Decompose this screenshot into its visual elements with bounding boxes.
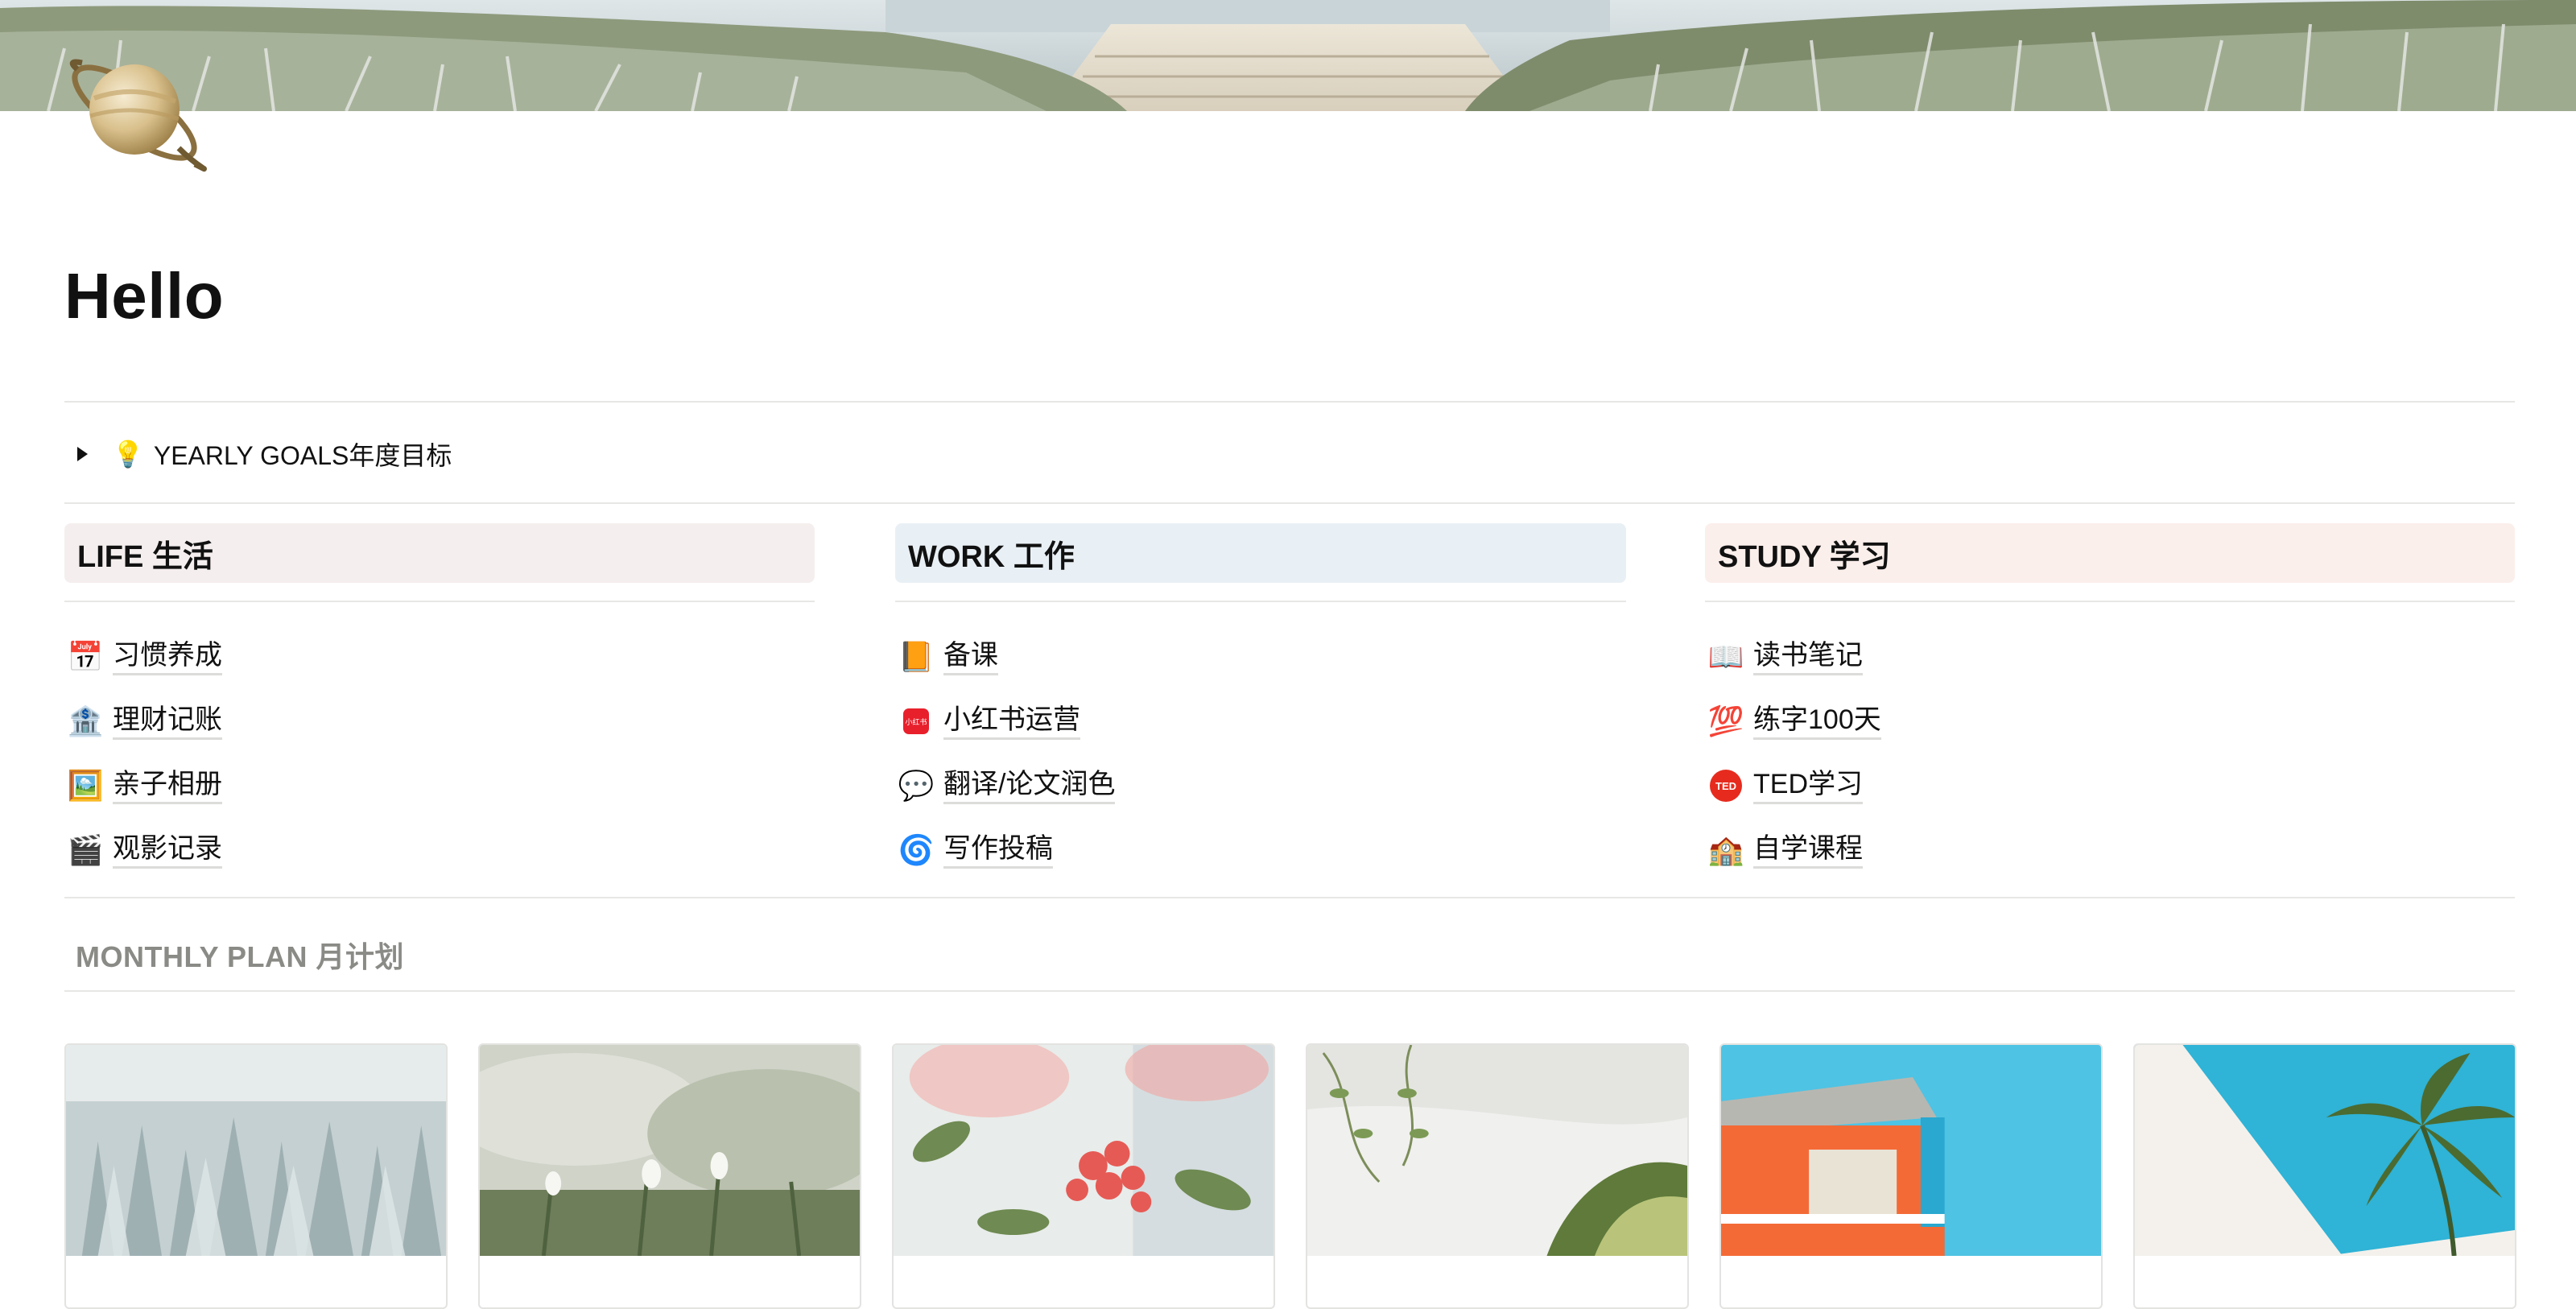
card-image-palm-tree-icon: [2135, 1045, 2515, 1256]
ted-logo-text: TED: [1715, 780, 1736, 792]
list-item[interactable]: TED TED学习: [1705, 754, 2515, 818]
divider: [64, 401, 2515, 403]
speech-bubble-icon: 💬: [898, 769, 935, 802]
hundred-points-icon: 💯: [1707, 704, 1744, 737]
orange-book-icon: 📙: [898, 640, 935, 673]
saturn-icon[interactable]: [58, 35, 211, 180]
list-item[interactable]: 🌀 写作投稿: [895, 818, 1626, 882]
list-item[interactable]: 小红书 小红书运营: [895, 689, 1626, 754]
divider: [895, 601, 1626, 602]
cover-image[interactable]: [0, 0, 2576, 111]
gallery-card[interactable]: [478, 1043, 861, 1309]
life-links: 📅 习惯养成 🏦 理财记账 🖼️ 亲子相册 🎬 观影记录: [64, 625, 815, 882]
clapper-icon: 🎬: [67, 833, 104, 866]
column-header-work: WORK 工作: [895, 523, 1626, 583]
bank-icon: 🏦: [67, 704, 104, 737]
page-link[interactable]: 亲子相册: [113, 768, 222, 804]
gallery-card[interactable]: [892, 1043, 1275, 1309]
card-image-frosted-forest-icon: [66, 1045, 446, 1256]
page-link[interactable]: 理财记账: [113, 704, 222, 740]
framed-picture-icon: 🖼️: [67, 769, 104, 802]
list-item[interactable]: 📅 习惯养成: [64, 625, 815, 689]
lightbulb-icon: 💡: [112, 440, 144, 469]
list-item[interactable]: 💯 练字100天: [1705, 689, 2515, 754]
xiaohongshu-logo-icon: 小红书: [898, 704, 934, 739]
page-link[interactable]: TED学习: [1753, 768, 1863, 804]
toggle-label: YEARLY GOALS年度目标: [153, 441, 452, 470]
gallery-card[interactable]: [64, 1043, 448, 1309]
cyclone-icon: 🌀: [898, 833, 935, 866]
page-link[interactable]: 小红书运营: [943, 704, 1080, 740]
ted-logo-icon: TED: [1708, 768, 1744, 803]
work-links: 📙 备课 小红书 小红书运营 💬 翻译/论文润色 🌀 写作投稿: [895, 625, 1626, 882]
divider: [1705, 601, 2515, 602]
xiaohongshu-logo-text: 小红书: [905, 717, 927, 727]
page-link[interactable]: 读书笔记: [1753, 639, 1863, 675]
list-item[interactable]: 🏫 自学课程: [1705, 818, 2515, 882]
page-link[interactable]: 自学课程: [1753, 832, 1863, 869]
column-life: LIFE 生活 📅 习惯养成 🏦 理财记账 🖼️ 亲子相册 🎬 观影记录: [64, 523, 815, 882]
gallery-card[interactable]: [1306, 1043, 1689, 1309]
page-title[interactable]: Hello: [64, 256, 224, 337]
page-link[interactable]: 习惯养成: [113, 639, 222, 675]
monthly-plan-gallery: [64, 1043, 2516, 1309]
card-image-pink-blossoms-icon: [894, 1045, 1274, 1256]
list-item[interactable]: 🎬 观影记录: [64, 818, 815, 882]
gallery-card[interactable]: [2133, 1043, 2516, 1309]
column-study: STUDY 学习 📖 读书笔记 💯 练字100天 TED TED学习 🏫 自学课…: [1705, 523, 2515, 882]
column-header-study: STUDY 学习: [1705, 523, 2515, 583]
page-link[interactable]: 写作投稿: [943, 832, 1053, 869]
column-work: WORK 工作 📙 备课 小红书 小红书运营 💬 翻译/论文润色 🌀 写作投稿: [895, 523, 1626, 882]
divider: [64, 897, 2515, 898]
divider: [64, 990, 2515, 992]
toggle-arrow-icon[interactable]: [77, 447, 88, 461]
card-image-lifeguard-hut-icon: [1721, 1045, 2101, 1256]
page-link[interactable]: 观影记录: [113, 832, 222, 869]
column-header-life: LIFE 生活: [64, 523, 815, 583]
open-book-icon: 📖: [1707, 640, 1744, 673]
school-icon: 🏫: [1707, 833, 1744, 866]
study-links: 📖 读书笔记 💯 练字100天 TED TED学习 🏫 自学课程: [1705, 625, 2515, 882]
cover-image-seaside-path-icon: [0, 0, 2576, 111]
list-item[interactable]: 📙 备课: [895, 625, 1626, 689]
list-item[interactable]: 💬 翻译/论文润色: [895, 754, 1626, 818]
page-link[interactable]: 练字100天: [1753, 704, 1881, 740]
list-item[interactable]: 📖 读书笔记: [1705, 625, 2515, 689]
page-link[interactable]: 备课: [943, 639, 998, 675]
card-image-white-wall-plants-icon: [1307, 1045, 1687, 1256]
gallery-card[interactable]: [1719, 1043, 2103, 1309]
monthly-plan-heading: MONTHLY PLAN 月计划: [76, 940, 405, 973]
yearly-goals-toggle[interactable]: 💡 YEARLY GOALS年度目标: [77, 432, 452, 477]
calendar-icon: 📅: [67, 640, 104, 673]
list-item[interactable]: 🏦 理财记账: [64, 689, 815, 754]
card-image-snowdrops-icon: [480, 1045, 860, 1256]
divider: [64, 502, 2515, 504]
divider: [64, 601, 815, 602]
list-item[interactable]: 🖼️ 亲子相册: [64, 754, 815, 818]
page-link[interactable]: 翻译/论文润色: [943, 768, 1116, 804]
